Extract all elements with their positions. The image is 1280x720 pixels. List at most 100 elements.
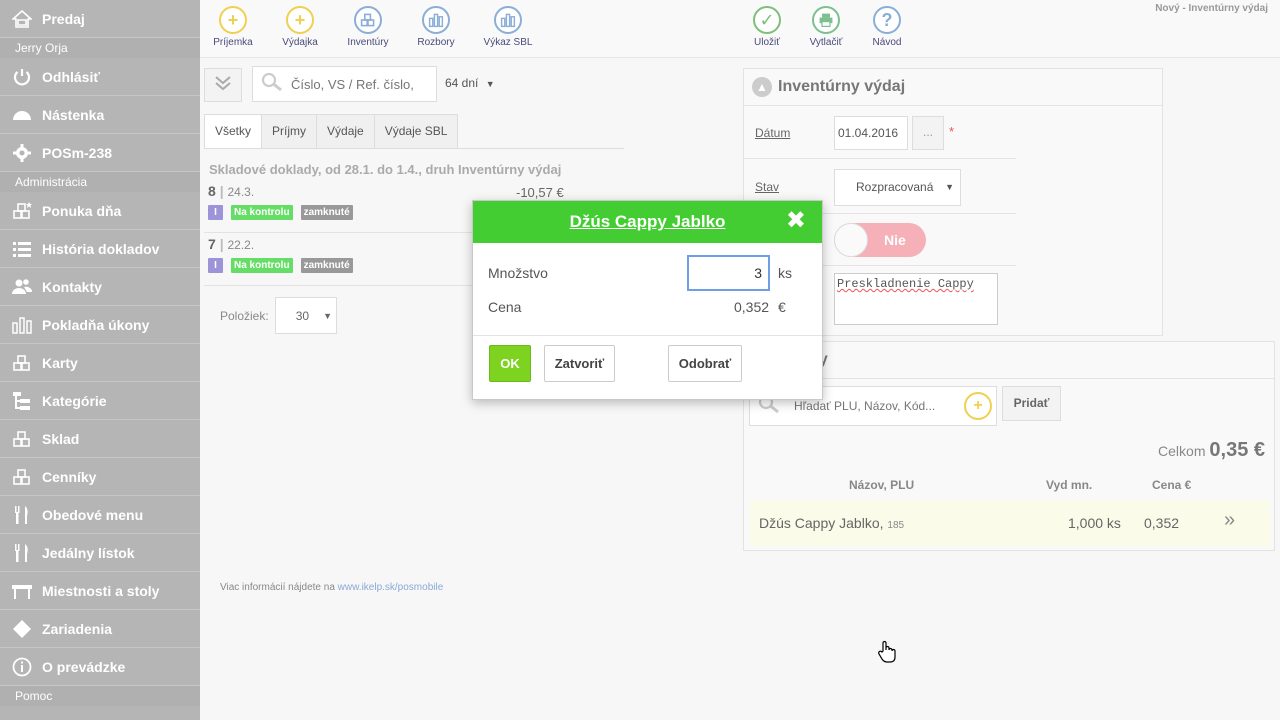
state-value: Rozpracovaná — [856, 180, 934, 194]
close-icon[interactable]: ✖ — [786, 209, 806, 233]
plus-icon: + — [219, 6, 247, 34]
sidebar-item-predaj[interactable]: Predaj — [0, 0, 200, 38]
close-button[interactable]: Zatvoriť — [544, 345, 615, 382]
blocks-icon — [11, 466, 33, 488]
document-panel-header[interactable]: ▲ Inventúrny výdaj — [744, 69, 1162, 106]
sidebar-item-devices[interactable]: Zariadenia — [0, 610, 200, 648]
sidebar-item-label: Odhlásiť — [42, 68, 101, 85]
sidebar-item-contacts[interactable]: Kontakty — [0, 268, 200, 306]
home-icon — [11, 8, 33, 30]
add-item-button[interactable]: + — [964, 392, 992, 420]
issue-button[interactable]: + Výdajka — [264, 6, 336, 48]
item-search-input[interactable] — [794, 399, 964, 413]
col-price: Cena € — [1152, 478, 1192, 492]
date-field[interactable]: 01.04.2016 — [834, 116, 908, 150]
plus-icon: + — [973, 397, 983, 414]
items-per-page-value: 30 — [295, 308, 310, 323]
item-qty: 1,000 ks — [1068, 515, 1121, 531]
double-chevron-right-icon[interactable]: » — [1224, 509, 1235, 532]
tab-all[interactable]: Všetky — [204, 114, 263, 149]
sidebar-item-label: Obedové menu — [42, 506, 144, 523]
separator: | — [219, 183, 224, 199]
question-icon: ? — [873, 6, 901, 34]
items-per-page-select[interactable]: 30 ▼ — [274, 297, 337, 334]
blocks-icon — [11, 352, 33, 374]
status-badge: Na kontrolu — [231, 205, 293, 220]
ok-button[interactable]: OK — [489, 345, 531, 382]
note-textarea[interactable] — [834, 273, 998, 325]
sidebar-item-rooms-tables[interactable]: Miestnosti a stoly — [0, 572, 200, 610]
add-button[interactable]: Pridať — [1002, 386, 1061, 421]
sidebar-item-history[interactable]: História dokladov — [0, 230, 200, 268]
type-badge: I — [208, 205, 223, 220]
required-mark: * — [949, 124, 955, 139]
sidebar-item-lunch-menu[interactable]: Obedové menu — [0, 496, 200, 534]
sidebar-item-daily-offer[interactable]: Ponuka dňa — [0, 192, 200, 230]
footer-text: Viac informácií nájdete na — [220, 582, 338, 593]
date-picker-button[interactable]: ... — [912, 116, 944, 150]
sidebar-item-label: Kategórie — [42, 392, 107, 409]
sidebar-item-label: Zariadenia — [42, 620, 113, 637]
bars-icon — [494, 6, 522, 34]
inventories-button[interactable]: Inventúry — [332, 6, 404, 48]
sidebar-item-about[interactable]: O prevádzke — [0, 648, 200, 686]
sidebar-item-label: Cenníky — [42, 468, 97, 485]
days-value: 64 dní — [445, 76, 479, 90]
locked-badge: zamknuté — [300, 258, 353, 273]
collapse-filter-button[interactable] — [204, 68, 242, 102]
blocks-star-icon — [11, 200, 33, 222]
sidebar-item-logout[interactable]: Odhlásiť — [0, 58, 200, 96]
document-panel-title: Inventúrny výdaj — [778, 78, 906, 95]
printer-icon — [812, 6, 840, 34]
state-select[interactable]: Rozpracovaná ▼ — [834, 169, 961, 206]
cutlery-icon — [11, 504, 33, 526]
type-badge: I — [208, 258, 223, 273]
date-label: Dátum — [755, 126, 791, 140]
price-value: 0,352 — [734, 299, 770, 315]
footer-link[interactable]: www.ikelp.sk/posmobile — [338, 582, 444, 593]
badges: I Na kontrolu zamknuté — [208, 205, 353, 220]
item-row[interactable]: Džús Cappy Jablko, 185 1,000 ks 0,352 » — [750, 500, 1270, 546]
price-label: Cena — [488, 299, 522, 315]
sidebar-item-cards[interactable]: Karty — [0, 344, 200, 382]
items-panel-header: ky — [744, 342, 1274, 379]
list-icon — [11, 238, 33, 260]
tab-issues[interactable]: Výdaje — [316, 114, 375, 149]
tab-receipts[interactable]: Príjmy — [261, 114, 318, 149]
sidebar-item-menu-card[interactable]: Jedálny lístok — [0, 534, 200, 572]
sidebar-item-cash-actions[interactable]: Pokladňa úkony — [0, 306, 200, 344]
blocks-icon — [354, 6, 382, 34]
sidebar-item-label: História dokladov — [42, 240, 160, 257]
footer-info: Viac informácií nájdete na www.ikelp.sk/… — [220, 582, 443, 593]
quantity-input[interactable] — [687, 255, 770, 291]
toggle-switch[interactable]: Nie — [834, 223, 926, 257]
sidebar-item-label: Kontakty — [42, 278, 102, 295]
sbl-report-button[interactable]: Výkaz SBL — [472, 6, 544, 48]
sidebar-item-dashboard[interactable]: Nástenka — [0, 96, 200, 134]
sidebar-item-price-lists[interactable]: Cenníky — [0, 458, 200, 496]
sidebar-item-device[interactable]: POSm-238 — [0, 134, 200, 172]
sidebar-item-label: Pokladňa úkony — [42, 316, 150, 333]
total: Celkom 0,35 € — [1158, 439, 1265, 462]
analyses-button[interactable]: Rozbory — [400, 6, 472, 48]
days-dropdown[interactable]: 64 dní ▼ — [445, 76, 495, 90]
receipt-button[interactable]: + Príjemka — [197, 6, 269, 48]
bars-icon — [422, 6, 450, 34]
tab-issues-sbl[interactable]: Výdaje SBL — [373, 114, 459, 149]
sidebar: Predaj Jerry Orja Odhlásiť Nástenka POSm… — [0, 0, 200, 720]
item-name: Džús Cappy Jablko, — [759, 515, 884, 531]
search-icon — [261, 72, 283, 97]
guide-button[interactable]: ? Návod — [851, 6, 923, 48]
cutlery-icon — [11, 542, 33, 564]
bars-icon — [11, 314, 33, 336]
list-heading: Skladové doklady, od 28.1. do 1.4., druh… — [209, 162, 562, 177]
total-value: 0,35 € — [1209, 439, 1265, 461]
items-per-page: Položiek: 30 ▼ — [220, 297, 337, 334]
dashboard-icon — [11, 104, 33, 126]
sidebar-item-warehouse[interactable]: Sklad — [0, 420, 200, 458]
sidebar-item-categories[interactable]: Kategórie — [0, 382, 200, 420]
tree-icon — [11, 390, 33, 412]
search-input[interactable] — [291, 76, 431, 92]
remove-button[interactable]: Odobrať — [668, 345, 742, 382]
document-number: 7 — [208, 236, 216, 252]
